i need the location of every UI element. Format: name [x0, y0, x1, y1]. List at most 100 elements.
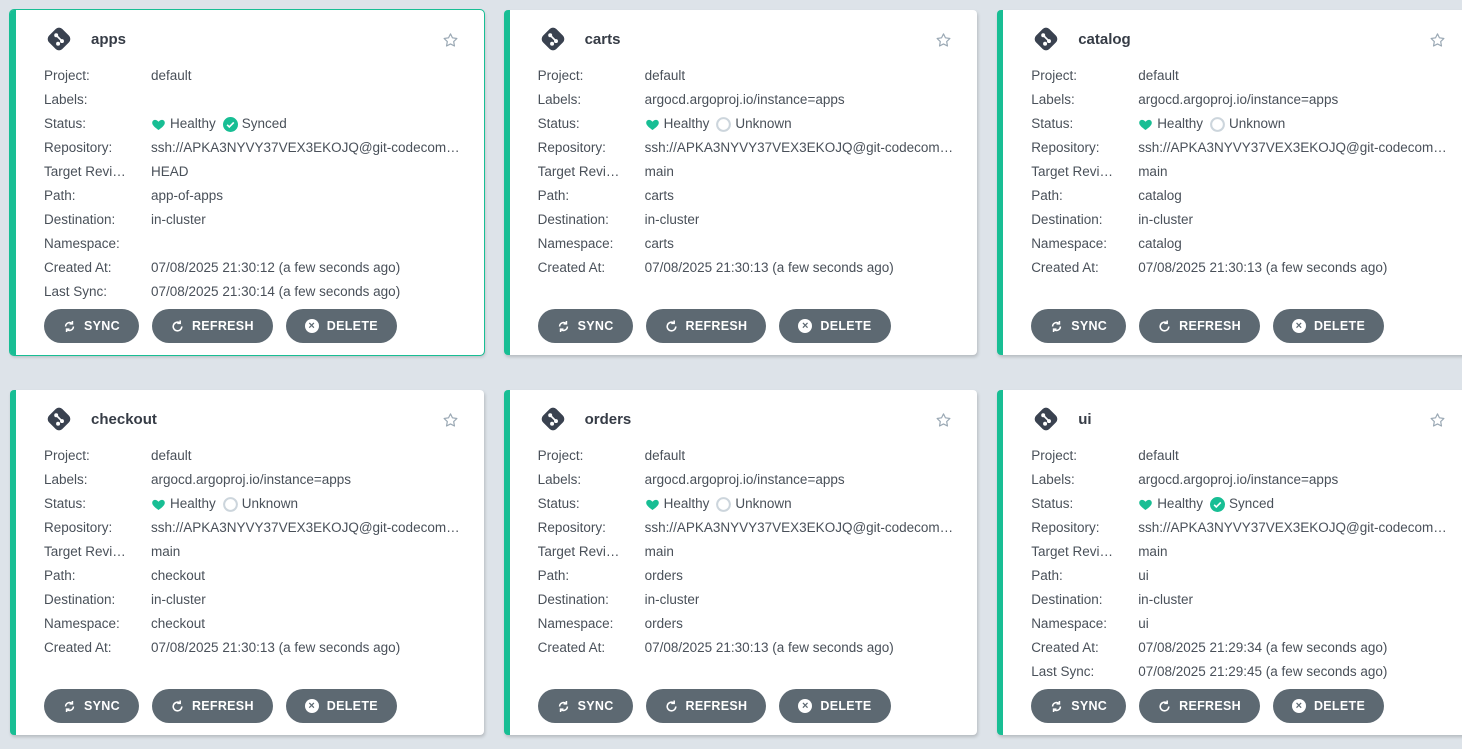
refresh-button[interactable]: REFRESH — [1139, 309, 1260, 343]
card-actions: SYNC REFRESH × DELETE — [538, 689, 954, 723]
card-header: catalog — [1031, 22, 1447, 56]
delete-button-label: DELETE — [820, 699, 871, 713]
favorite-star-icon[interactable] — [934, 29, 953, 50]
field-row-created_at: Created At:07/08/2025 21:30:13 (a few se… — [538, 636, 954, 660]
field-label: Repository: — [538, 516, 645, 540]
field-label: Path: — [538, 184, 645, 208]
application-card[interactable]: catalog Project:defaultLabels:argocd.arg… — [997, 10, 1462, 355]
health-status-label: Healthy — [664, 112, 710, 136]
favorite-star-icon[interactable] — [934, 409, 953, 430]
field-row-created_at: Created At:07/08/2025 21:30:13 (a few se… — [44, 636, 460, 660]
sync-button[interactable]: SYNC — [1031, 309, 1126, 343]
delete-button[interactable]: × DELETE — [286, 689, 397, 723]
favorite-star-icon[interactable] — [1428, 409, 1447, 430]
favorite-star-icon[interactable] — [441, 409, 460, 430]
field-label: Repository: — [44, 516, 151, 540]
unknown-circle-icon — [716, 117, 731, 132]
field-label: Status: — [1031, 112, 1138, 136]
field-row-repository: Repository:ssh://APKA3NYVY37VEX3EKOJQ@gi… — [44, 136, 460, 160]
field-label: Repository: — [1031, 136, 1138, 160]
field-row-labels: Labels:argocd.argoproj.io/instance=apps — [1031, 468, 1447, 492]
field-value-repository: ssh://APKA3NYVY37VEX3EKOJQ@git-codecom… — [645, 136, 954, 160]
field-value-created_at: 07/08/2025 21:30:13 (a few seconds ago) — [645, 256, 894, 280]
application-name: ui — [1078, 411, 1091, 428]
application-card[interactable]: orders Project:defaultLabels:argocd.argo… — [504, 390, 978, 735]
application-card[interactable]: ui Project:defaultLabels:argocd.argoproj… — [997, 390, 1462, 735]
field-row-namespace: Namespace:carts — [538, 232, 954, 256]
delete-button[interactable]: × DELETE — [779, 309, 890, 343]
field-row-namespace: Namespace:orders — [538, 612, 954, 636]
field-row-path: Path:app-of-apps — [44, 184, 460, 208]
field-label: Project: — [538, 444, 645, 468]
application-name: checkout — [91, 411, 157, 428]
application-card[interactable]: carts Project:defaultLabels:argocd.argop… — [504, 10, 978, 355]
sync-button-label: SYNC — [84, 319, 120, 333]
sync-status-label: Unknown — [1229, 112, 1285, 136]
delete-button[interactable]: × DELETE — [286, 309, 397, 343]
card-header: orders — [538, 402, 954, 436]
favorite-star-icon[interactable] — [441, 29, 460, 50]
sync-button[interactable]: SYNC — [538, 309, 633, 343]
refresh-button[interactable]: REFRESH — [646, 309, 767, 343]
field-label: Namespace: — [1031, 612, 1138, 636]
favorite-star-icon[interactable] — [1428, 29, 1447, 50]
sync-button[interactable]: SYNC — [1031, 689, 1126, 723]
refresh-button[interactable]: REFRESH — [152, 689, 273, 723]
application-name: orders — [585, 411, 632, 428]
sync-button[interactable]: SYNC — [44, 309, 139, 343]
field-label: Labels: — [538, 468, 645, 492]
field-row-destination: Destination:in-cluster — [538, 588, 954, 612]
refresh-button[interactable]: REFRESH — [1139, 689, 1260, 723]
delete-button[interactable]: × DELETE — [1273, 689, 1384, 723]
field-label: Path: — [1031, 184, 1138, 208]
field-label: Path: — [1031, 564, 1138, 588]
field-label: Repository: — [1031, 516, 1138, 540]
healthy-heart-icon — [1138, 117, 1153, 132]
application-git-icon — [1031, 24, 1061, 54]
refresh-button[interactable]: REFRESH — [646, 689, 767, 723]
sync-button[interactable]: SYNC — [44, 689, 139, 723]
card-fields: Project:defaultLabels:argocd.argoproj.io… — [538, 444, 954, 660]
field-value-repository: ssh://APKA3NYVY37VEX3EKOJQ@git-codecom… — [645, 516, 954, 540]
field-label: Path: — [44, 564, 151, 588]
field-row-destination: Destination:in-cluster — [1031, 588, 1447, 612]
field-label: Created At: — [44, 636, 151, 660]
field-label: Last Sync: — [1031, 660, 1138, 684]
field-row-created_at: Created At:07/08/2025 21:30:13 (a few se… — [1031, 256, 1447, 280]
field-row-namespace: Namespace:checkout — [44, 612, 460, 636]
field-value-destination: in-cluster — [151, 208, 206, 232]
healthy-heart-icon — [645, 497, 660, 512]
unknown-circle-icon — [1210, 117, 1225, 132]
delete-button[interactable]: × DELETE — [779, 689, 890, 723]
card-actions: SYNC REFRESH × DELETE — [1031, 689, 1447, 723]
field-row-status: Status: Healthy Unknown — [1031, 112, 1447, 136]
application-card[interactable]: checkout Project:defaultLabels:argocd.ar… — [10, 390, 484, 735]
delete-x-circle-icon: × — [305, 319, 319, 333]
field-label: Namespace: — [538, 612, 645, 636]
refresh-button[interactable]: REFRESH — [152, 309, 273, 343]
delete-button[interactable]: × DELETE — [1273, 309, 1384, 343]
field-value-destination: in-cluster — [645, 588, 700, 612]
field-value-repository: ssh://APKA3NYVY37VEX3EKOJQ@git-codecom… — [151, 516, 460, 540]
field-value-project: default — [645, 64, 686, 88]
health-status-label: Healthy — [1157, 492, 1203, 516]
delete-button-label: DELETE — [1314, 319, 1365, 333]
field-label: Path: — [538, 564, 645, 588]
field-row-namespace: Namespace:catalog — [1031, 232, 1447, 256]
card-header: checkout — [44, 402, 460, 436]
field-row-status: Status:HealthyUnknown — [538, 492, 954, 516]
field-row-target_revision: Target Revi…HEAD — [44, 160, 460, 184]
refresh-button-label: REFRESH — [192, 699, 254, 713]
card-actions: SYNC REFRESH × DELETE — [1031, 309, 1447, 343]
field-label: Created At: — [1031, 636, 1138, 660]
field-row-created_at: Created At:07/08/2025 21:30:13 (a few se… — [538, 256, 954, 280]
sync-button-label: SYNC — [578, 319, 614, 333]
field-value-destination: in-cluster — [151, 588, 206, 612]
health-status-label: Healthy — [1157, 112, 1203, 136]
application-card[interactable]: apps Project:defaultLabels:Status:Health… — [10, 10, 484, 355]
field-row-destination: Destination:in-cluster — [538, 208, 954, 232]
field-row-namespace: Namespace:ui — [1031, 612, 1447, 636]
field-value-repository: ssh://APKA3NYVY37VEX3EKOJQ@git-codecom… — [151, 136, 460, 160]
sync-button[interactable]: SYNC — [538, 689, 633, 723]
field-value-namespace: catalog — [1138, 232, 1182, 256]
